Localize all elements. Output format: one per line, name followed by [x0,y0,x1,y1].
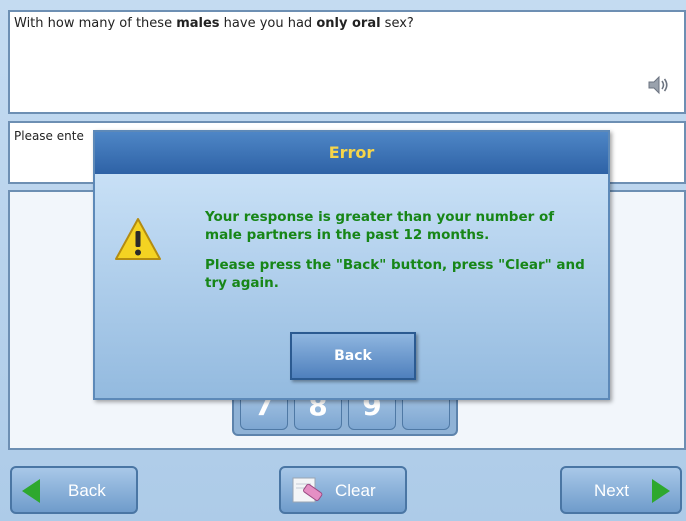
next-button-label: Next [594,481,629,500]
error-dialog-body: Your response is greater than your numbe… [95,174,608,398]
error-dialog: Error Your response is greater than your… [93,130,610,400]
question-emphasis-males: males [176,16,220,31]
clear-button-label: Clear [335,481,376,500]
instruction-text: Please ente [14,129,84,143]
question-text: With how many of these males have you ha… [14,16,414,31]
dialog-back-button[interactable]: Back [290,332,416,380]
speaker-icon[interactable] [646,74,670,96]
question-suffix: sex? [380,16,414,31]
question-middle: have you had [219,16,317,31]
error-message-line1: Your response is greater than your numbe… [205,209,555,243]
triangle-left-icon [22,479,40,503]
warning-icon [115,218,161,260]
question-emphasis-only-oral: only oral [316,16,381,31]
back-button[interactable]: Back [10,466,138,514]
clear-button[interactable]: Clear [279,466,407,514]
question-panel: With how many of these males have you ha… [8,10,686,114]
back-button-label: Back [68,481,106,500]
error-dialog-title-bar: Error [95,132,608,174]
next-button[interactable]: Next [560,466,682,514]
error-message: Your response is greater than your numbe… [205,208,595,304]
navigation-bar: Back Clear Next [0,458,686,521]
triangle-right-icon [652,479,670,503]
question-prefix: With how many of these [14,16,177,31]
error-message-line2: Please press the "Back" button, press "C… [205,257,585,291]
error-dialog-title: Error [328,143,375,162]
eraser-icon [292,477,323,503]
